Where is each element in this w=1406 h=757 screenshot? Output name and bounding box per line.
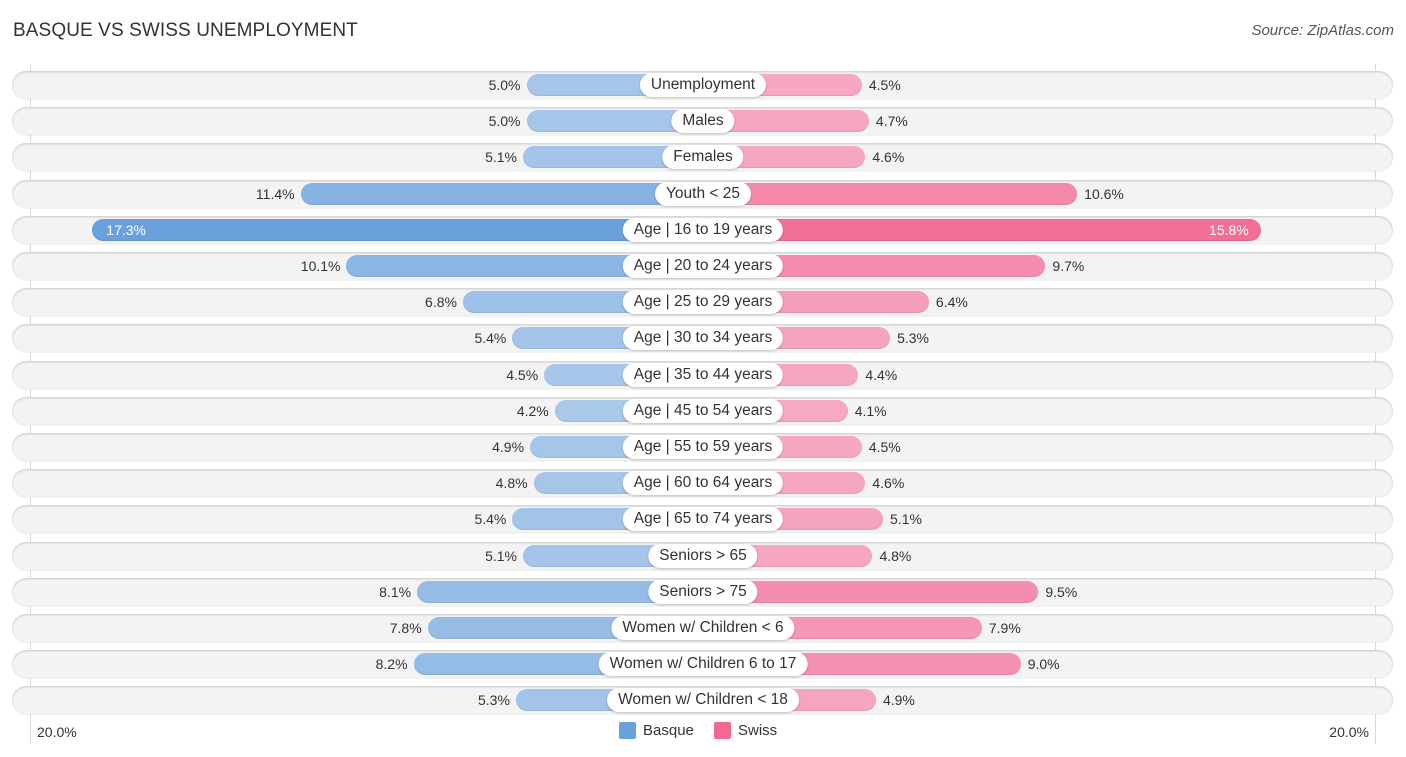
value-label-basque: 5.4% (474, 511, 507, 528)
category-label: Unemployment (639, 73, 767, 97)
value-label-basque: 7.8% (389, 620, 422, 636)
category-label: Age | 25 to 29 years (622, 290, 784, 315)
legend-item-basque[interactable]: Basque (619, 722, 694, 739)
category-label: Women w/ Children < 6 (611, 616, 795, 640)
value-label-swiss: 15.8% (1209, 221, 1249, 238)
value-label-basque: 5.1% (485, 547, 517, 564)
value-label-basque: 5.0% (488, 77, 521, 93)
legend-label-swiss: Swiss (738, 722, 778, 739)
value-label-swiss: 4.5% (868, 439, 901, 455)
legend-swatch-basque (619, 722, 636, 739)
value-label-basque: 4.9% (492, 439, 525, 455)
value-label-swiss: 9.0% (1027, 656, 1060, 673)
value-label-basque: 4.8% (495, 475, 528, 492)
category-label: Age | 20 to 24 years (622, 254, 784, 278)
value-label-swiss: 4.6% (872, 149, 905, 166)
category-label: Youth < 25 (655, 181, 751, 206)
value-label-basque: 4.2% (516, 402, 549, 419)
value-label-swiss: 5.3% (897, 330, 929, 347)
value-label-swiss: 4.8% (879, 547, 912, 564)
value-label-basque: 4.5% (506, 366, 539, 383)
chart-plot-area: 5.0% 4.5% Unemployment 5.0% 4.7% Males 5.1% 4.6… (0, 0, 1406, 757)
category-label: Age | 35 to 44 years (622, 362, 784, 387)
category-label: Age | 16 to 19 years (622, 217, 784, 242)
legend-swatch-swiss (714, 722, 731, 739)
category-label: Women w/ Children < 18 (607, 688, 799, 713)
value-label-basque: 8.2% (375, 656, 408, 673)
category-label: Age | 30 to 34 years (622, 326, 784, 351)
value-label-swiss: 4.9% (882, 692, 915, 709)
category-label: Age | 60 to 64 years (622, 471, 784, 496)
legend-label-basque: Basque (643, 722, 694, 739)
value-label-swiss: 4.1% (854, 402, 887, 419)
value-label-swiss: 9.7% (1052, 258, 1085, 274)
value-label-basque: 11.4% (255, 185, 295, 202)
value-label-basque: 17.3% (106, 221, 146, 238)
value-label-swiss: 4.5% (868, 77, 901, 93)
category-label: Age | 45 to 54 years (622, 398, 784, 423)
category-label: Age | 65 to 74 years (622, 507, 784, 532)
value-label-swiss: 9.5% (1045, 583, 1078, 600)
value-label-swiss: 5.1% (890, 511, 922, 528)
category-label: Seniors > 65 (648, 543, 758, 568)
value-label-swiss: 7.9% (988, 620, 1021, 636)
bar-swiss[interactable] (703, 182, 1078, 205)
category-label: Seniors > 75 (648, 579, 758, 604)
value-label-swiss: 10.6% (1084, 185, 1124, 202)
bar-swiss[interactable] (703, 218, 1261, 241)
bar-basque[interactable] (300, 182, 703, 205)
category-label: Age | 55 to 59 years (622, 435, 784, 459)
category-label: Males (671, 109, 735, 134)
value-label-basque: 5.1% (485, 149, 517, 166)
value-label-basque: 5.4% (474, 330, 507, 347)
value-label-basque: 5.0% (488, 113, 521, 130)
category-label: Women w/ Children 6 to 17 (598, 652, 808, 677)
value-label-swiss: 4.6% (872, 475, 905, 492)
value-label-swiss: 4.4% (865, 366, 898, 383)
value-label-basque: 10.1% (300, 258, 341, 274)
legend-item-swiss[interactable]: Swiss (714, 722, 777, 739)
legend: Basque Swiss (0, 722, 1406, 744)
value-label-swiss: 4.7% (875, 113, 908, 130)
value-label-basque: 5.3% (478, 692, 510, 709)
value-label-basque: 6.8% (425, 294, 457, 311)
bar-basque[interactable] (92, 218, 703, 241)
value-label-swiss: 6.4% (935, 294, 968, 311)
value-label-basque: 8.1% (379, 583, 412, 600)
category-label: Females (662, 145, 744, 170)
